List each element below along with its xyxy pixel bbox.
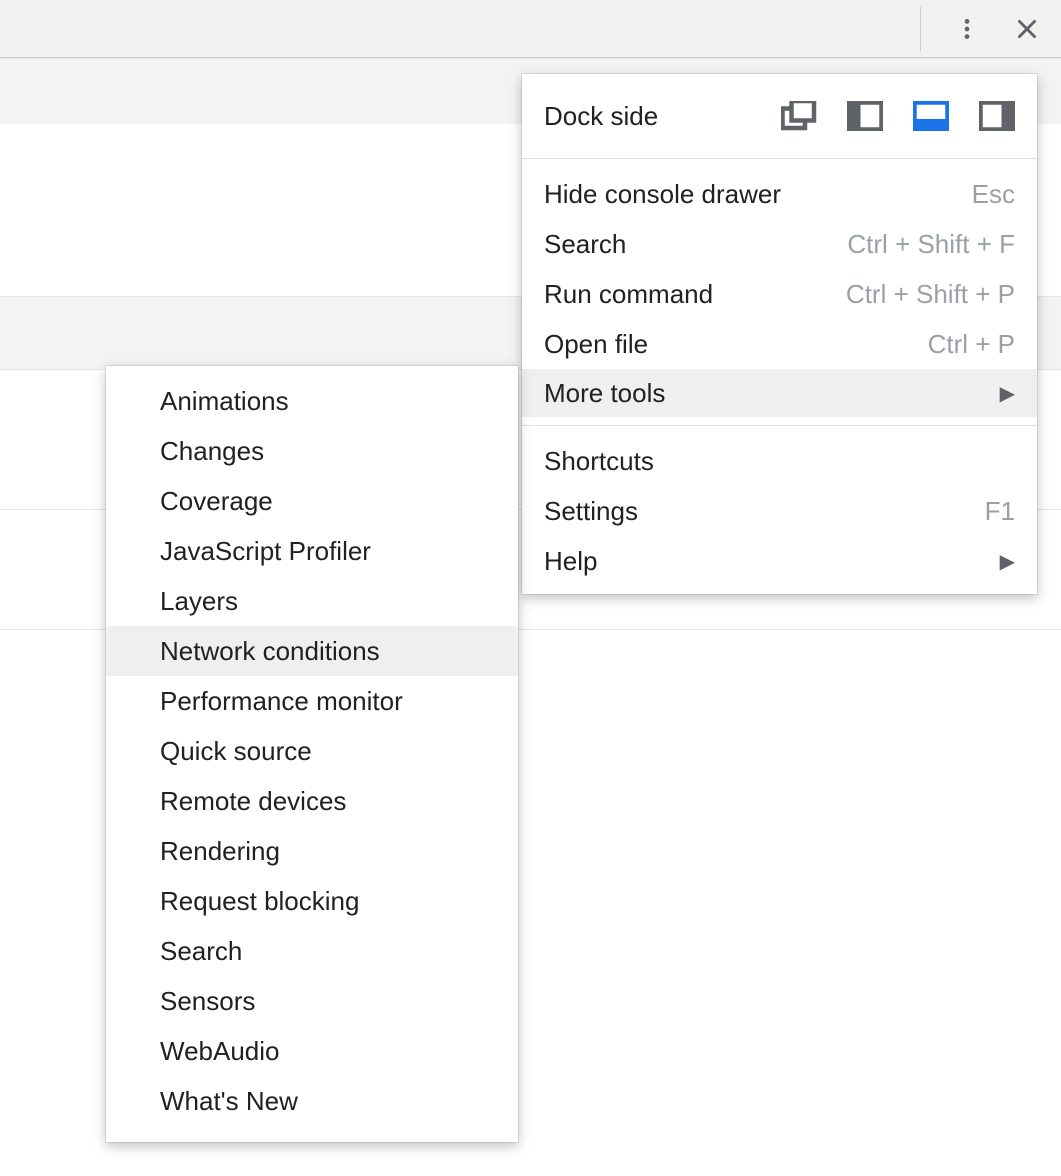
toolbar <box>0 0 1061 58</box>
submenu-item-label: Coverage <box>160 486 273 517</box>
submenu-item-javascript-profiler[interactable]: JavaScript Profiler <box>106 526 518 576</box>
menu-item-help[interactable]: Help ▶ <box>522 536 1037 586</box>
submenu-item-request-blocking[interactable]: Request blocking <box>106 876 518 926</box>
more-tools-submenu: Animations Changes Coverage JavaScript P… <box>106 366 518 1142</box>
submenu-item-label: Sensors <box>160 986 255 1017</box>
dock-side-label: Dock side <box>544 101 658 132</box>
menu-item-shortcut: Esc <box>972 179 1015 210</box>
submenu-item-label: Changes <box>160 436 264 467</box>
dock-bottom-icon[interactable] <box>913 101 949 131</box>
menu-item-label: Settings <box>544 496 638 527</box>
submenu-item-changes[interactable]: Changes <box>106 426 518 476</box>
submenu-item-whats-new[interactable]: What's New <box>106 1076 518 1126</box>
submenu-item-label: WebAudio <box>160 1036 280 1067</box>
submenu-item-label: Quick source <box>160 736 312 767</box>
menu-item-shortcuts[interactable]: Shortcuts <box>522 436 1037 486</box>
submenu-item-performance-monitor[interactable]: Performance monitor <box>106 676 518 726</box>
menu-item-shortcut: Ctrl + Shift + P <box>846 279 1015 310</box>
submenu-item-webaudio[interactable]: WebAudio <box>106 1026 518 1076</box>
menu-item-run-command[interactable]: Run command Ctrl + Shift + P <box>522 269 1037 319</box>
chevron-right-icon: ▶ <box>1000 549 1015 574</box>
dock-undock-icon[interactable] <box>781 101 817 131</box>
submenu-item-label: Search <box>160 936 242 967</box>
menu-item-label: Search <box>544 229 626 260</box>
menu-row-dock-side: Dock side <box>522 74 1037 158</box>
submenu-item-label: Layers <box>160 586 238 617</box>
menu-item-shortcut: Ctrl + P <box>928 329 1015 360</box>
kebab-icon <box>954 16 980 42</box>
submenu-item-label: Network conditions <box>160 636 380 667</box>
submenu-item-sensors[interactable]: Sensors <box>106 976 518 1026</box>
submenu-item-label: Animations <box>160 386 289 417</box>
chevron-right-icon: ▶ <box>1000 381 1015 406</box>
menu-item-label: Open file <box>544 329 648 360</box>
menu-item-open-file[interactable]: Open file Ctrl + P <box>522 319 1037 369</box>
submenu-item-label: JavaScript Profiler <box>160 536 371 567</box>
menu-item-search[interactable]: Search Ctrl + Shift + F <box>522 219 1037 269</box>
menu-item-label: Hide console drawer <box>544 179 781 210</box>
menu-item-hide-console-drawer[interactable]: Hide console drawer Esc <box>522 169 1037 219</box>
devtools-main-menu: Dock side Hide console drawer Esc Search… <box>522 74 1037 594</box>
toolbar-separator <box>920 7 921 51</box>
submenu-item-network-conditions[interactable]: Network conditions <box>106 626 518 676</box>
menu-divider <box>522 158 1037 159</box>
submenu-item-quick-source[interactable]: Quick source <box>106 726 518 776</box>
menu-item-label: More tools <box>544 378 665 409</box>
menu-item-shortcut: F1 <box>985 496 1015 527</box>
menu-item-label: Help <box>544 546 597 577</box>
menu-item-shortcut: Ctrl + Shift + F <box>847 229 1015 260</box>
dock-left-icon[interactable] <box>847 101 883 131</box>
submenu-item-search[interactable]: Search <box>106 926 518 976</box>
submenu-item-remote-devices[interactable]: Remote devices <box>106 776 518 826</box>
submenu-item-rendering[interactable]: Rendering <box>106 826 518 876</box>
menu-item-more-tools[interactable]: More tools ▶ <box>522 369 1037 417</box>
submenu-item-label: Request blocking <box>160 886 359 917</box>
dock-right-icon[interactable] <box>979 101 1015 131</box>
submenu-item-label: Performance monitor <box>160 686 403 717</box>
menu-item-label: Shortcuts <box>544 446 654 477</box>
menu-item-label: Run command <box>544 279 713 310</box>
submenu-item-layers[interactable]: Layers <box>106 576 518 626</box>
close-button[interactable] <box>1011 13 1043 45</box>
submenu-item-coverage[interactable]: Coverage <box>106 476 518 526</box>
submenu-item-animations[interactable]: Animations <box>106 376 518 426</box>
menu-divider <box>522 425 1037 426</box>
close-icon <box>1014 16 1040 42</box>
submenu-item-label: Rendering <box>160 836 280 867</box>
submenu-item-label: What's New <box>160 1086 298 1117</box>
menu-item-settings[interactable]: Settings F1 <box>522 486 1037 536</box>
submenu-item-label: Remote devices <box>160 786 346 817</box>
kebab-menu-button[interactable] <box>951 13 983 45</box>
